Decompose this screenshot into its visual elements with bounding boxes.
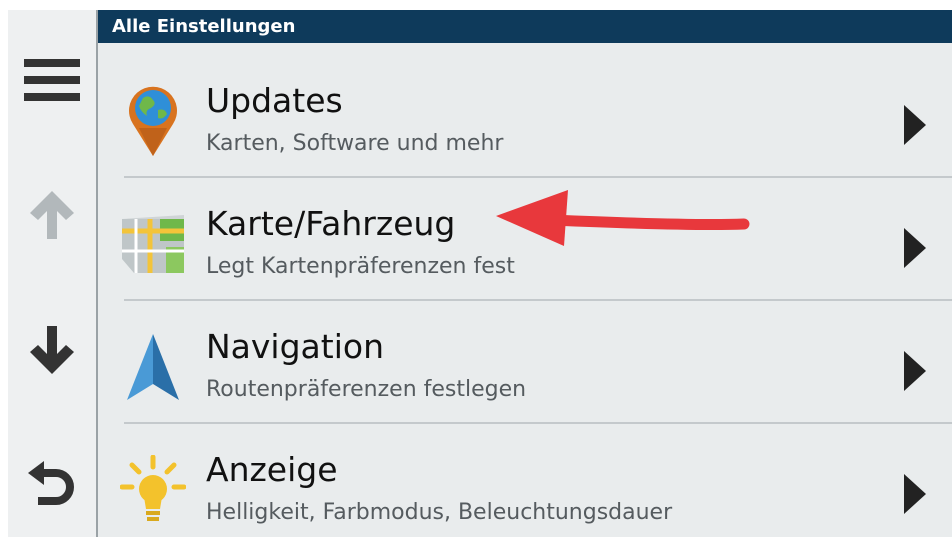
item-subtitle: Helligkeit, Farbmodus, Beleuchtungsdauer	[206, 500, 673, 525]
settings-item-navigation[interactable]: Navigation Routenpräferenzen festlegen	[98, 299, 952, 419]
chevron-right-icon	[904, 228, 926, 268]
scroll-down-button[interactable]	[8, 295, 96, 405]
item-subtitle: Karten, Software und mehr	[206, 131, 504, 156]
page-title: Alle Einstellungen	[98, 10, 952, 43]
item-title: Navigation	[206, 327, 384, 366]
device-screen: Alle Einstellungen Updates Karten, Softw…	[8, 10, 952, 537]
item-subtitle: Routenpräferenzen festlegen	[206, 377, 527, 402]
settings-list: Updates Karten, Software und mehr Karte/…	[98, 43, 952, 537]
left-nav-rail	[8, 10, 98, 537]
chevron-right-icon	[904, 351, 926, 391]
arrow-up-icon	[30, 191, 74, 239]
back-button[interactable]	[8, 430, 96, 537]
globe-pin-icon	[120, 81, 186, 161]
navigation-arrow-icon	[120, 327, 186, 407]
settings-item-display[interactable]: Anzeige Helligkeit, Farbmodus, Beleuchtu…	[98, 422, 952, 537]
item-title: Anzeige	[206, 450, 338, 489]
chevron-right-icon	[904, 474, 926, 514]
chevron-right-icon	[904, 105, 926, 145]
scroll-up-button[interactable]	[8, 160, 96, 270]
settings-item-map-vehicle[interactable]: Karte/Fahrzeug Legt Kartenpräferenzen fe…	[98, 176, 952, 296]
menu-icon	[24, 59, 80, 101]
settings-item-updates[interactable]: Updates Karten, Software und mehr	[98, 53, 952, 173]
item-title: Updates	[206, 81, 343, 120]
menu-button[interactable]	[8, 25, 96, 135]
lightbulb-icon	[120, 450, 186, 530]
map-icon	[120, 204, 186, 284]
item-title: Karte/Fahrzeug	[206, 204, 456, 243]
back-icon	[28, 461, 74, 505]
arrow-down-icon	[30, 326, 74, 374]
item-subtitle: Legt Kartenpräferenzen fest	[206, 254, 515, 279]
